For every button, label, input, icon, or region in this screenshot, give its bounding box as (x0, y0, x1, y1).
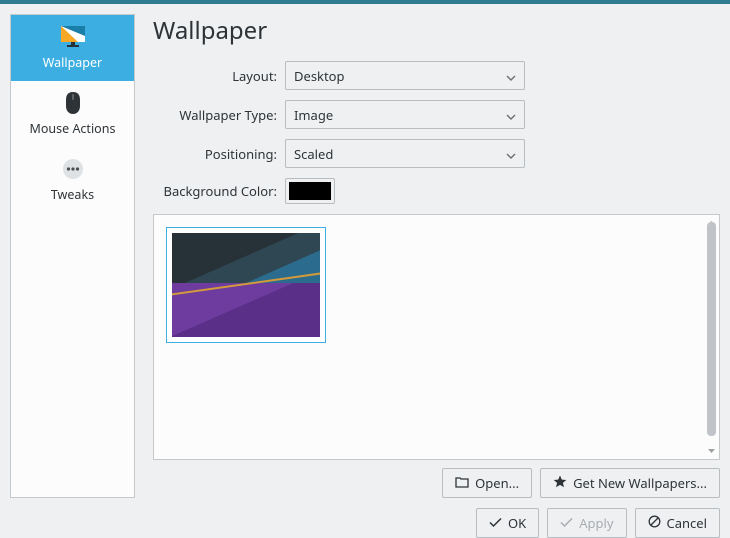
scrollbar-thumb[interactable] (707, 222, 716, 436)
dialog-footer: OK Apply Cancel (0, 508, 730, 538)
cancel-icon (648, 514, 661, 532)
positioning-value: Scaled (294, 145, 333, 163)
category-sidebar: Wallpaper Mouse Actions (10, 14, 135, 498)
apply-button: Apply (547, 508, 626, 538)
wallpaper-grid (153, 214, 720, 460)
chevron-down-icon (506, 67, 516, 85)
apply-label: Apply (579, 514, 613, 532)
sidebar-item-label: Mouse Actions (30, 120, 116, 137)
sidebar-item-label: Wallpaper (43, 54, 102, 71)
background-color-label: Background Color: (153, 182, 285, 200)
settings-window: Wallpaper Mouse Actions (0, 0, 730, 538)
background-color-button[interactable] (285, 178, 335, 204)
settings-form: Layout: Desktop Wallpaper Type: Image Po… (153, 61, 720, 204)
sidebar-item-label: Tweaks (51, 186, 94, 203)
sidebar-item-wallpaper[interactable]: Wallpaper (11, 15, 134, 81)
positioning-label: Positioning: (153, 145, 285, 163)
mouse-icon (60, 92, 86, 114)
ok-button[interactable]: OK (476, 508, 539, 538)
ok-label: OK (508, 514, 526, 532)
wallpaper-thumbnail[interactable] (166, 227, 326, 343)
positioning-combobox[interactable]: Scaled (285, 139, 525, 168)
get-new-wallpapers-button[interactable]: Get New Wallpapers... (540, 468, 720, 498)
get-new-label: Get New Wallpapers... (573, 474, 707, 492)
wallpaper-actions-row: Open... Get New Wallpapers... (153, 468, 720, 498)
main-panel: Wallpaper Layout: Desktop Wallpaper Type… (153, 14, 720, 498)
cancel-label: Cancel (667, 514, 707, 532)
cancel-button[interactable]: Cancel (635, 508, 720, 538)
tweaks-icon (60, 158, 86, 180)
scroll-down-icon[interactable] (707, 446, 716, 455)
scrollbar-track[interactable] (707, 221, 716, 453)
wallpaper-grid-container (153, 214, 720, 460)
check-icon (560, 514, 573, 532)
sidebar-item-mouse-actions[interactable]: Mouse Actions (11, 81, 134, 147)
color-swatch-preview (289, 182, 331, 200)
wallpaper-type-value: Image (294, 106, 333, 124)
layout-label: Layout: (153, 67, 285, 85)
wallpaper-type-combobox[interactable]: Image (285, 100, 525, 129)
open-button[interactable]: Open... (442, 468, 532, 498)
open-label: Open... (475, 474, 519, 492)
chevron-down-icon (506, 106, 516, 124)
layout-value: Desktop (294, 67, 345, 85)
page-title: Wallpaper (153, 14, 720, 47)
star-icon (553, 474, 567, 492)
folder-icon (455, 474, 469, 492)
sidebar-item-tweaks[interactable]: Tweaks (11, 147, 134, 213)
wallpaper-preview-image (172, 233, 320, 337)
wallpaper-type-label: Wallpaper Type: (153, 106, 285, 124)
monitor-icon (60, 26, 86, 48)
window-body: Wallpaper Mouse Actions (0, 4, 730, 508)
chevron-down-icon (506, 145, 516, 163)
check-icon (489, 514, 502, 532)
layout-combobox[interactable]: Desktop (285, 61, 525, 90)
